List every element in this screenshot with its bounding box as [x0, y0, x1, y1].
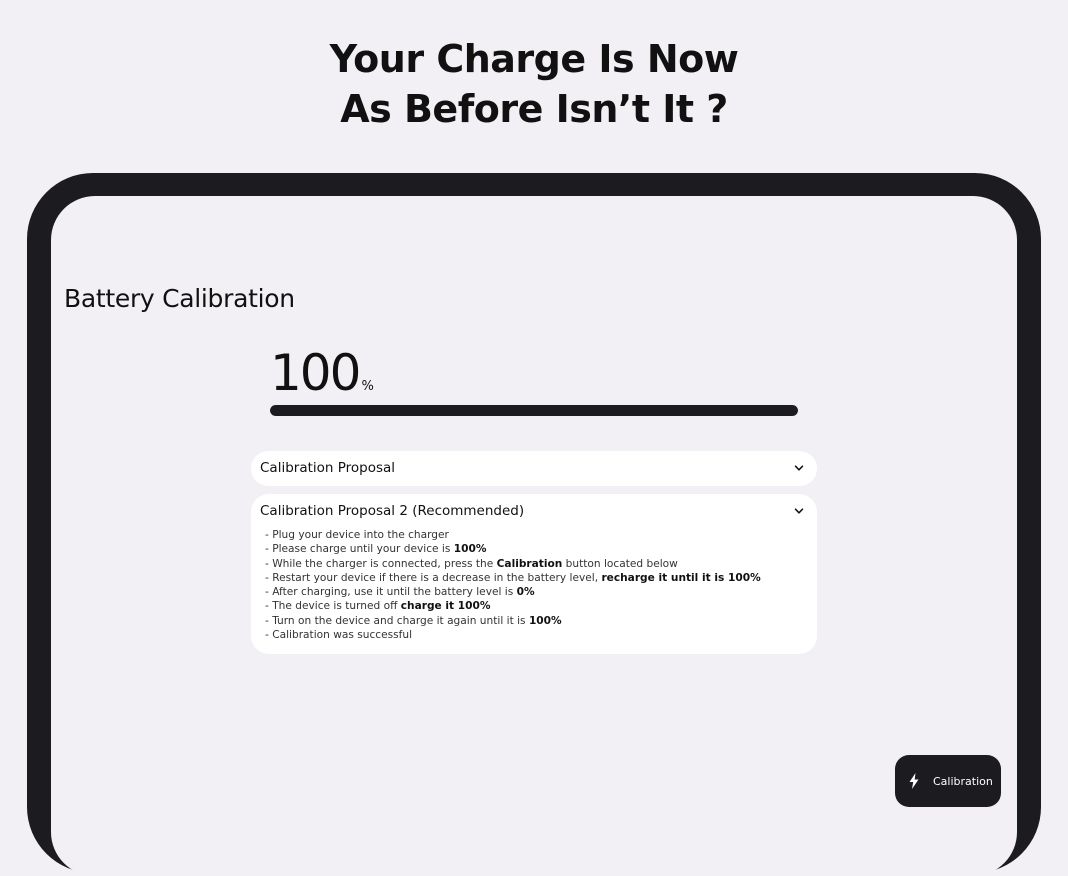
calibration-button-label: Calibration — [933, 775, 993, 788]
calibration-proposal-card[interactable]: Calibration Proposal — [251, 451, 817, 486]
card-title: Calibration Proposal — [260, 460, 396, 476]
battery-value: 100 — [270, 344, 361, 402]
battery-progress-fill — [270, 405, 798, 416]
app-screen: Battery Calibration 100% Calibration Pro… — [51, 196, 1017, 876]
step-item: - Calibration was successful — [265, 629, 413, 642]
calibration-button[interactable]: Calibration — [895, 755, 1001, 807]
chevron-down-icon[interactable] — [793, 505, 805, 517]
step-item: - Please charge until your device is 100… — [265, 543, 487, 556]
step-item: - Restart your device if there is a decr… — [265, 571, 761, 584]
page-title: Battery Calibration — [64, 284, 295, 313]
headline-line-2: As Before Isn’t It ? — [340, 87, 728, 131]
bolt-icon — [909, 773, 919, 789]
chevron-down-icon[interactable] — [793, 462, 805, 474]
step-item: - Turn on the device and charge it again… — [265, 614, 562, 627]
battery-progress-bar — [270, 405, 798, 416]
battery-unit: % — [361, 379, 374, 394]
step-item: - After charging, use it until the batte… — [265, 586, 535, 599]
step-item: - Plug your device into the charger — [265, 529, 449, 541]
card-title: Calibration Proposal 2 (Recommended) — [260, 503, 525, 519]
step-item: - The device is turned off charge it 100… — [265, 600, 491, 613]
headline-line-1: Your Charge Is Now — [329, 37, 739, 81]
calibration-steps-list: - Plug your device into the charger - Pl… — [265, 528, 761, 642]
marketing-headline: Your Charge Is Now As Before Isn’t It ? — [0, 34, 1068, 134]
step-item: - While the charger is connected, press … — [265, 557, 678, 570]
battery-percentage: 100% — [270, 344, 374, 402]
calibration-proposal-2-card[interactable]: Calibration Proposal 2 (Recommended) - P… — [251, 494, 817, 654]
